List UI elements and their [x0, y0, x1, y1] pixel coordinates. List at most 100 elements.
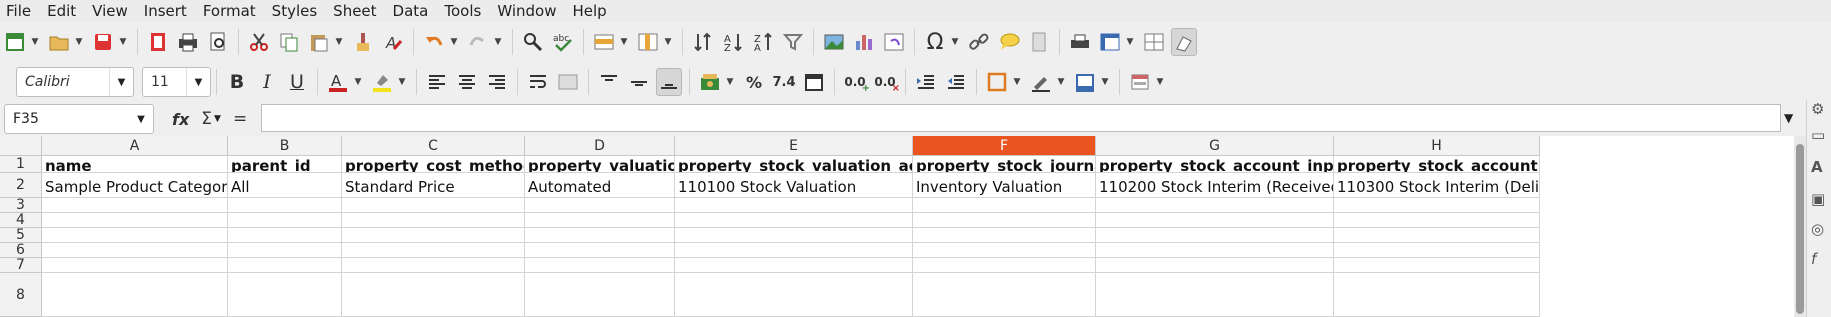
- row-header-4[interactable]: 4: [0, 212, 42, 228]
- currency-format-icon[interactable]: [697, 68, 723, 96]
- bold-button[interactable]: B: [224, 68, 250, 96]
- column-header-f[interactable]: F: [913, 136, 1096, 156]
- column-icon[interactable]: [635, 28, 661, 56]
- delete-decimal-button[interactable]: 0.0 ×: [872, 68, 900, 96]
- menu-sheet[interactable]: Sheet: [327, 0, 382, 22]
- row-header-6[interactable]: 6: [0, 242, 42, 258]
- empty-cell[interactable]: [1334, 198, 1540, 213]
- chevron-down-icon[interactable]: ▼: [30, 28, 40, 56]
- sort-icon[interactable]: [690, 28, 716, 56]
- name-box[interactable]: F35 ▼: [4, 104, 154, 134]
- header-cell[interactable]: property_valuation: [525, 156, 675, 173]
- empty-cell[interactable]: [342, 198, 525, 213]
- redo-icon[interactable]: [465, 28, 491, 56]
- empty-cell[interactable]: [1096, 228, 1334, 243]
- empty-cell[interactable]: [1334, 258, 1540, 273]
- split-window-icon[interactable]: [1141, 28, 1167, 56]
- cut-icon[interactable]: [246, 28, 272, 56]
- column-header-a[interactable]: A: [42, 136, 228, 156]
- align-right-icon[interactable]: [484, 68, 510, 96]
- empty-cell[interactable]: [913, 243, 1096, 258]
- empty-cell[interactable]: [42, 228, 228, 243]
- empty-cell[interactable]: [913, 258, 1096, 273]
- comment-icon[interactable]: [996, 28, 1022, 56]
- new-document-icon[interactable]: [2, 28, 28, 56]
- copy-icon[interactable]: [276, 28, 302, 56]
- chevron-down-icon[interactable]: ▼: [1125, 28, 1135, 56]
- empty-cell[interactable]: [1334, 228, 1540, 243]
- vertical-scrollbar[interactable]: [1794, 136, 1806, 317]
- header-cell[interactable]: name: [42, 156, 228, 173]
- chevron-down-icon[interactable]: ▼: [493, 28, 503, 56]
- menu-edit[interactable]: Edit: [41, 0, 82, 22]
- save-icon[interactable]: [90, 28, 116, 56]
- percent-format-button[interactable]: %: [741, 68, 767, 96]
- menu-format[interactable]: Format: [197, 0, 262, 22]
- formula-input[interactable]: [261, 104, 1781, 132]
- font-name-box[interactable]: Calibri ▼: [16, 67, 134, 97]
- row-header-8[interactable]: 8: [0, 273, 42, 317]
- chevron-down-icon[interactable]: ▼: [353, 68, 363, 96]
- data-cell[interactable]: 110300 Stock Interim (Delivered): [1334, 173, 1540, 198]
- date-format-icon[interactable]: [801, 68, 827, 96]
- styles-icon[interactable]: A: [1811, 158, 1829, 176]
- empty-cell[interactable]: [342, 243, 525, 258]
- functions-icon[interactable]: f: [1811, 250, 1829, 268]
- chevron-down-icon[interactable]: ▼: [186, 68, 210, 96]
- empty-cell[interactable]: [1334, 243, 1540, 258]
- empty-cell[interactable]: [913, 213, 1096, 228]
- data-cell[interactable]: 110100 Stock Valuation: [675, 173, 913, 198]
- open-folder-icon[interactable]: [46, 28, 72, 56]
- empty-cell[interactable]: [1096, 243, 1334, 258]
- sort-descending-icon[interactable]: ZA: [750, 28, 776, 56]
- empty-cell[interactable]: [675, 228, 913, 243]
- decrease-indent-icon[interactable]: [943, 68, 969, 96]
- autofilter-icon[interactable]: [780, 28, 806, 56]
- headers-footers-icon[interactable]: [1026, 28, 1052, 56]
- insert-chart-icon[interactable]: [851, 28, 877, 56]
- column-header-c[interactable]: C: [342, 136, 525, 156]
- menu-view[interactable]: View: [86, 0, 134, 22]
- gallery-icon[interactable]: ▣: [1811, 190, 1829, 208]
- column-header-b[interactable]: B: [228, 136, 342, 156]
- column-header-h[interactable]: H: [1334, 136, 1540, 156]
- conditional-format-icon[interactable]: [1127, 68, 1153, 96]
- clear-formatting-icon[interactable]: A: [380, 28, 406, 56]
- empty-cell[interactable]: [913, 228, 1096, 243]
- empty-cell[interactable]: [342, 273, 525, 317]
- italic-button[interactable]: I: [254, 68, 280, 96]
- menu-data[interactable]: Data: [387, 0, 435, 22]
- row-header-3[interactable]: 3: [0, 197, 42, 213]
- empty-cell[interactable]: [675, 198, 913, 213]
- sort-ascending-icon[interactable]: AZ: [720, 28, 746, 56]
- empty-cell[interactable]: [525, 258, 675, 273]
- empty-cell[interactable]: [913, 198, 1096, 213]
- empty-cell[interactable]: [228, 258, 342, 273]
- print-preview-icon[interactable]: [205, 28, 231, 56]
- empty-cell[interactable]: [675, 273, 913, 317]
- menu-insert[interactable]: Insert: [138, 0, 193, 22]
- chevron-down-icon[interactable]: ▼: [950, 28, 960, 56]
- header-cell[interactable]: property_cost_method: [342, 156, 525, 173]
- align-left-icon[interactable]: [424, 68, 450, 96]
- empty-cell[interactable]: [42, 258, 228, 273]
- menu-file[interactable]: File: [0, 0, 37, 22]
- show-draw-functions-icon[interactable]: [1171, 28, 1197, 56]
- header-cell[interactable]: property_stock_journal: [913, 156, 1096, 173]
- chevron-down-icon[interactable]: ▼: [334, 28, 344, 56]
- function-wizard-button[interactable]: fx: [172, 110, 189, 129]
- special-character-icon[interactable]: Ω: [922, 28, 948, 56]
- hyperlink-icon[interactable]: [966, 28, 992, 56]
- chevron-down-icon[interactable]: ▼: [619, 28, 629, 56]
- empty-cell[interactable]: [42, 243, 228, 258]
- row-header-7[interactable]: 7: [0, 257, 42, 273]
- data-cell[interactable]: All: [228, 173, 342, 198]
- empty-cell[interactable]: [342, 213, 525, 228]
- empty-cell[interactable]: [42, 198, 228, 213]
- print-icon[interactable]: [175, 28, 201, 56]
- empty-cell[interactable]: [1096, 213, 1334, 228]
- empty-cell[interactable]: [1334, 273, 1540, 317]
- find-replace-icon[interactable]: [520, 28, 546, 56]
- border-color-icon[interactable]: [1072, 68, 1098, 96]
- chevron-down-icon[interactable]: ▼: [1155, 68, 1165, 96]
